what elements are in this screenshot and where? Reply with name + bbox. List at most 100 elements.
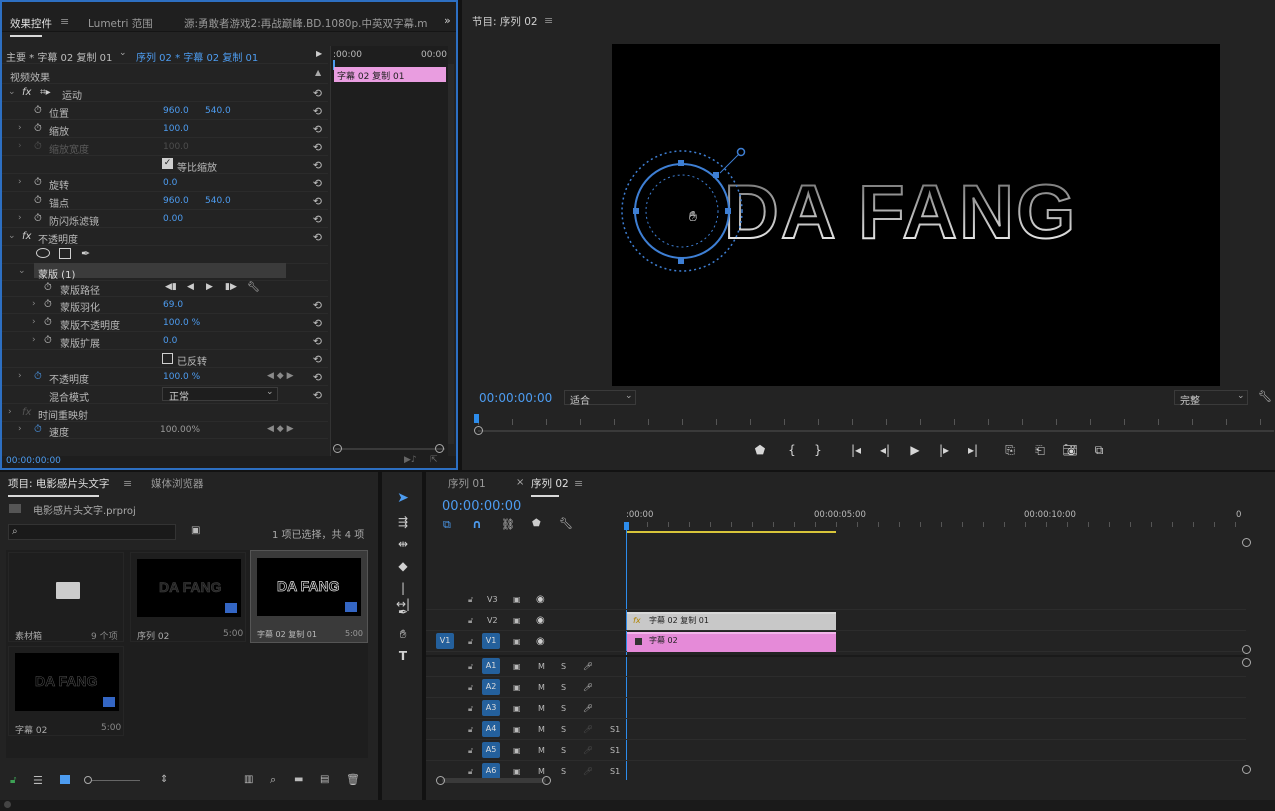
mute-button[interactable]: M — [538, 746, 545, 755]
trash-icon[interactable]: 🗑︎ — [346, 773, 360, 786]
eye-icon[interactable]: ◉ — [536, 594, 545, 605]
mute-button[interactable]: M — [538, 662, 545, 671]
icon-view-icon[interactable] — [60, 775, 70, 784]
ellipse-mask-icon[interactable] — [36, 248, 50, 258]
tab-media-browser[interactable]: 媒体浏览器 — [151, 476, 204, 491]
automate-to-sequence-icon[interactable]: ▥ — [244, 774, 253, 785]
video-frame[interactable]: DA FANG ✋︎ — [612, 44, 1220, 386]
add-marker-icon[interactable]: ⬟ — [532, 518, 541, 529]
ec-scroll-left-handle[interactable] — [333, 444, 342, 453]
track-target-a2[interactable]: A2 — [482, 679, 500, 695]
chevron-down-icon[interactable]: ⌄ — [8, 87, 16, 97]
chevron-right-icon[interactable]: › — [18, 177, 22, 187]
microphone-icon[interactable]: 🎤︎ — [583, 683, 593, 692]
chevron-right-icon[interactable]: › — [32, 299, 36, 309]
stopwatch-icon[interactable]: ⏱ — [34, 195, 42, 206]
solo-button[interactable]: S — [561, 725, 566, 734]
audio-v-scroll-top[interactable] — [1242, 658, 1251, 667]
tab-sequence-01[interactable]: 序列 01 — [448, 476, 486, 491]
track-target-a1[interactable]: A1 — [482, 658, 500, 674]
playhead-head[interactable] — [624, 522, 629, 530]
project-item-bin[interactable]: 素材箱 9 个项 — [8, 552, 124, 642]
motion-row[interactable]: ⌄ fx ⌗▸ 运动 ⟲ — [2, 84, 328, 102]
position-x-value[interactable]: 960.0 — [163, 106, 189, 116]
project-search-input[interactable]: ⌕ — [8, 524, 176, 540]
track-select-tool-icon[interactable]: ⇶ — [395, 514, 411, 530]
chevron-right-icon[interactable]: › — [18, 123, 22, 133]
pen-tool-icon[interactable]: ✒ — [395, 604, 411, 620]
clip-v2[interactable]: fx 字幕 02 复制 01 — [627, 612, 836, 630]
anti-flicker-value[interactable]: 0.00 — [163, 214, 183, 224]
lock-icon[interactable]: 🔓︎ — [468, 704, 473, 714]
export-icon[interactable]: ⇱ — [430, 455, 438, 465]
sync-lock-icon[interactable]: ▣ — [513, 595, 521, 604]
collapse-up-icon[interactable]: ▲ — [315, 68, 321, 77]
solo-button[interactable]: S — [561, 683, 566, 692]
zoom-slider-track[interactable] — [92, 780, 140, 781]
new-item-icon[interactable]: ▤ — [320, 774, 329, 785]
mute-button[interactable]: M — [538, 767, 545, 776]
project-item-title-copy[interactable]: DA FANG 字幕 02 复制 01 5:00 — [250, 550, 368, 643]
stopwatch-icon[interactable]: ⏱ — [34, 177, 42, 188]
go-to-in-icon[interactable]: |◂ — [846, 443, 866, 457]
sequence-clip-label[interactable]: 序列 02 * 字幕 02 复制 01 — [136, 49, 258, 64]
position-y-value[interactable]: 540.0 — [205, 106, 231, 116]
step-back-icon[interactable]: ◂| — [875, 443, 895, 457]
reset-icon[interactable]: ⟲ — [313, 195, 322, 208]
play-icon[interactable]: ▶ — [905, 443, 925, 457]
lock-icon[interactable]: 🔓︎ — [468, 662, 473, 672]
overwrite-icon[interactable]: ⎗ — [1030, 443, 1050, 458]
play-only-audio-icon[interactable]: ▶♪ — [404, 455, 417, 465]
lock-icon[interactable]: 🔓︎ — [468, 616, 473, 626]
tab-lumetri-scopes[interactable]: Lumetri 范围 — [88, 16, 153, 31]
stopwatch-icon[interactable]: ⏱ — [44, 335, 52, 346]
timeline-h-scroll[interactable] — [442, 778, 546, 783]
export-frame-icon[interactable]: 📷︎ — [1060, 443, 1080, 457]
chevron-right-icon[interactable]: › — [18, 213, 22, 223]
reset-icon[interactable]: ⟲ — [313, 335, 322, 348]
compare-icon[interactable]: ⧉ — [1089, 443, 1109, 458]
chevron-right-icon[interactable]: › — [32, 335, 36, 345]
tab-sequence-02[interactable]: 序列 02 — [531, 476, 569, 497]
project-item-sequence[interactable]: DA FANG 序列 02 5:00 — [130, 552, 246, 642]
rectangle-mask-icon[interactable] — [59, 248, 71, 259]
h-scroll-left-handle[interactable] — [436, 776, 445, 785]
scale-value[interactable]: 100.0 — [163, 124, 189, 134]
fx-icon[interactable]: fx — [22, 87, 31, 98]
new-search-bin-icon[interactable]: ▣ — [191, 525, 200, 536]
track-target-v1[interactable]: V1 — [482, 633, 500, 649]
solo-button[interactable]: S — [561, 704, 566, 713]
lock-icon[interactable]: 🔓︎ — [10, 775, 16, 786]
lock-icon[interactable]: 🔓︎ — [468, 746, 473, 756]
clip-v1[interactable]: 字幕 02 — [627, 632, 836, 652]
reset-icon[interactable]: ⟲ — [313, 371, 322, 384]
ec-timecode[interactable]: 00:00:00:00 — [6, 456, 61, 466]
list-view-icon[interactable]: ☰ — [33, 774, 43, 787]
track-prev-frame-icon[interactable]: ◀ — [187, 282, 194, 292]
stopwatch-icon[interactable]: ⏱ — [34, 105, 42, 116]
h-scroll-right-handle[interactable] — [542, 776, 551, 785]
go-to-out-icon[interactable]: ▸| — [963, 443, 983, 457]
checkbox-icon[interactable] — [162, 353, 173, 364]
wrench-icon[interactable]: 🔧︎ — [247, 282, 260, 293]
reset-icon[interactable]: ⟲ — [313, 177, 322, 190]
master-clip-label[interactable]: 主要 * 字幕 02 复制 01 — [6, 49, 112, 64]
stopwatch-active-icon[interactable]: ⏱ — [34, 424, 42, 435]
stopwatch-icon[interactable]: ⏱ — [44, 317, 52, 328]
chevron-right-icon[interactable]: › — [8, 407, 12, 417]
step-forward-icon[interactable]: |▸ — [934, 443, 954, 457]
program-scrub-bar[interactable] — [474, 414, 1274, 435]
reset-icon[interactable]: ⟲ — [313, 141, 322, 154]
reset-icon[interactable]: ⟲ — [313, 123, 322, 136]
chevron-down-icon[interactable]: ⌄ — [18, 266, 26, 276]
track-next-frame-icon[interactable]: ▶ — [206, 282, 213, 292]
marker-icon[interactable]: ⬟ — [750, 443, 770, 457]
mask-opacity-value[interactable]: 100.0 % — [163, 318, 200, 328]
ripple-edit-tool-icon[interactable]: ⇹ — [395, 536, 411, 552]
video-v-scroll-bottom[interactable] — [1242, 645, 1251, 654]
reset-icon[interactable]: ⟲ — [313, 389, 322, 402]
wrench-icon[interactable]: 🔧︎ — [1258, 390, 1272, 403]
track-forward-icon[interactable]: ▮▶ — [225, 282, 237, 292]
track-target-a5[interactable]: A5 — [482, 742, 500, 758]
playhead-marker[interactable] — [474, 414, 479, 423]
